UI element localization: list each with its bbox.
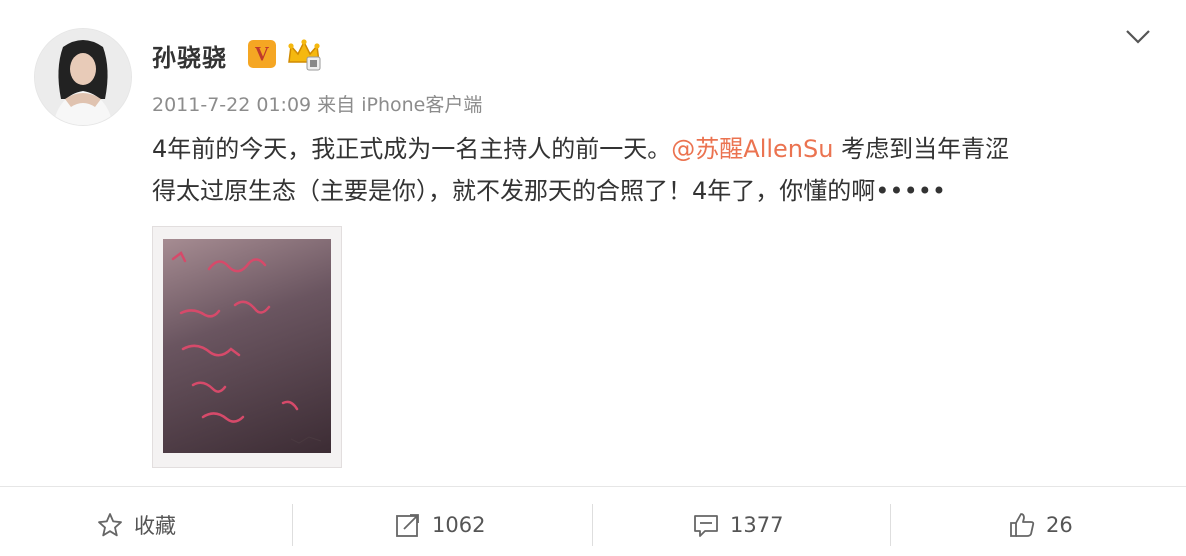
post-meta: 2011-7-22 01:09 来自 iPhone客户端 (152, 90, 482, 117)
actions-divider (0, 486, 1186, 487)
separator (592, 504, 593, 546)
repost-count: 1062 (432, 513, 486, 537)
crown-icon (288, 39, 321, 71)
post-image[interactable] (152, 226, 342, 468)
like-icon (1010, 513, 1035, 537)
favorite-button[interactable]: 收藏 (96, 500, 176, 550)
like-button[interactable]: 26 (1008, 500, 1073, 550)
mention-link[interactable]: @苏醒AllenSu (671, 135, 833, 163)
photo-content (163, 239, 331, 453)
verified-badge-icon: V (248, 40, 276, 68)
star-icon (98, 513, 122, 537)
separator (890, 504, 891, 546)
post-time[interactable]: 2011-7-22 01:09 (152, 94, 311, 116)
text-line2: 得太过原生态（主要是你），就不发那天的合照了！4年了，你懂的啊••••• (152, 177, 947, 205)
post-source: 来自 iPhone客户端 (317, 94, 483, 116)
like-count: 26 (1046, 513, 1073, 537)
chevron-down-icon[interactable] (1124, 26, 1152, 46)
separator (292, 504, 293, 546)
avatar[interactable] (34, 28, 132, 126)
weibo-post-card: 孙骁骁 V 2011-7-22 01:09 来自 iPhone客户端 4年前的今… (0, 0, 1186, 556)
post-text: 4年前的今天，我正式成为一名主持人的前一天。@苏醒AllenSu 考虑到当年青涩… (152, 128, 1152, 212)
comment-icon (694, 515, 718, 537)
favorite-label: 收藏 (134, 514, 176, 538)
text-part1: 4年前的今天，我正式成为一名主持人的前一天。 (152, 135, 672, 163)
repost-button[interactable]: 1062 (394, 500, 485, 550)
username[interactable]: 孙骁骁 (152, 38, 227, 73)
comment-button[interactable]: 1377 (692, 500, 783, 550)
repost-icon (396, 514, 419, 537)
text-part2: 考虑到当年青涩 (833, 135, 1010, 163)
comment-count: 1377 (730, 513, 784, 537)
